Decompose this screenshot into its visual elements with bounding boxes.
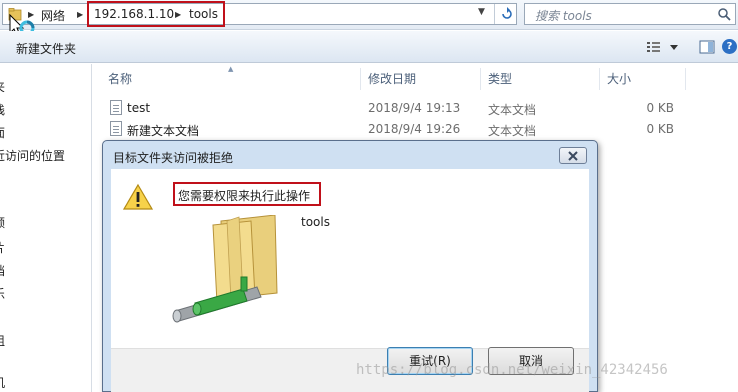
close-button[interactable]	[559, 147, 587, 164]
chevron-down-icon[interactable]: ▼	[478, 7, 485, 17]
file-name: 新建文本文档	[127, 124, 200, 138]
nav-item-pictures[interactable]: 片	[0, 239, 5, 256]
close-icon	[568, 151, 578, 161]
nav-item-homegroup[interactable]: 组	[0, 332, 5, 349]
nav-item-recent-places[interactable]: 近访问的位置	[0, 147, 65, 164]
nav-item[interactable]: 面	[0, 124, 5, 141]
file-row[interactable]: 新建文本文档 2018/9/4 19:26 文本文档 0 KB	[93, 119, 738, 139]
search-placeholder: 搜索 tools	[535, 9, 592, 23]
help-icon[interactable]: ?	[722, 39, 737, 54]
search-input[interactable]: 搜索 tools	[524, 3, 736, 25]
file-size: 0 KB	[646, 101, 674, 115]
breadcrumb-arrow-icon[interactable]: ▶	[77, 10, 83, 19]
highlight-box	[87, 1, 225, 27]
preview-pane-icon[interactable]	[699, 40, 715, 54]
access-denied-dialog: 目标文件夹访问被拒绝 您需要权限来执行此操作 tools 重试(R) 取消	[102, 140, 598, 392]
nav-item[interactable]: 栈	[0, 101, 5, 118]
dialog-message: 您需要权限来执行此操作	[173, 182, 321, 206]
file-type: 文本文档	[488, 124, 537, 138]
file-type: 文本文档	[488, 103, 537, 117]
text-file-icon	[110, 100, 122, 115]
address-bar-row: ▶ 网络 ▶ 192.168.1.10 ▶ tools ▼ 搜索 tools	[0, 0, 738, 30]
change-view-icon[interactable]	[646, 40, 680, 54]
file-name: test	[127, 101, 151, 115]
nav-item[interactable]: 夹	[0, 78, 5, 95]
network-folder-icon	[172, 215, 278, 323]
column-header-size[interactable]: 大小	[607, 70, 631, 87]
column-divider[interactable]	[360, 68, 361, 90]
column-header-name[interactable]: 名称	[108, 70, 132, 87]
command-bar: 新建文件夹 ?	[0, 31, 738, 63]
sort-ascending-icon: ▲	[228, 65, 234, 73]
refresh-icon	[502, 7, 512, 19]
address-bar[interactable]: ▶ 网络 ▶ 192.168.1.10 ▶ tools ▼	[2, 1, 518, 27]
dialog-titlebar[interactable]: 目标文件夹访问被拒绝	[103, 141, 597, 169]
navigation-pane: 夹 栈 面 近访问的位置 频 片 档 乐 组 机	[0, 64, 92, 392]
column-divider[interactable]	[599, 68, 600, 90]
nav-item-documents[interactable]: 档	[0, 262, 5, 279]
nav-item-videos[interactable]: 频	[0, 214, 5, 231]
dialog-folder-name: tools	[301, 215, 330, 229]
nav-item-music[interactable]: 乐	[0, 285, 5, 302]
new-folder-button[interactable]: 新建文件夹	[16, 40, 76, 57]
file-row[interactable]: test 2018/9/4 19:13 文本文档 0 KB	[93, 98, 738, 118]
watermark: https://blog.csdn.net/weixin_42342456	[356, 362, 668, 378]
search-icon[interactable]	[717, 7, 731, 21]
file-date: 2018/9/4 19:26	[368, 122, 461, 136]
column-divider[interactable]	[480, 68, 481, 90]
dialog-body: 您需要权限来执行此操作 tools 重试(R) 取消	[111, 169, 589, 392]
text-file-icon	[110, 121, 122, 136]
column-header-type[interactable]: 类型	[488, 70, 512, 87]
column-header-date[interactable]: 修改日期	[368, 70, 416, 87]
file-size: 0 KB	[646, 122, 674, 136]
nav-item-computer[interactable]: 机	[0, 374, 5, 391]
dialog-title: 目标文件夹访问被拒绝	[113, 151, 234, 165]
file-date: 2018/9/4 19:13	[368, 101, 461, 115]
warning-icon	[123, 183, 153, 210]
refresh-button[interactable]	[494, 4, 518, 24]
breadcrumb-network[interactable]: 网络	[41, 7, 65, 24]
column-divider[interactable]	[685, 68, 686, 90]
